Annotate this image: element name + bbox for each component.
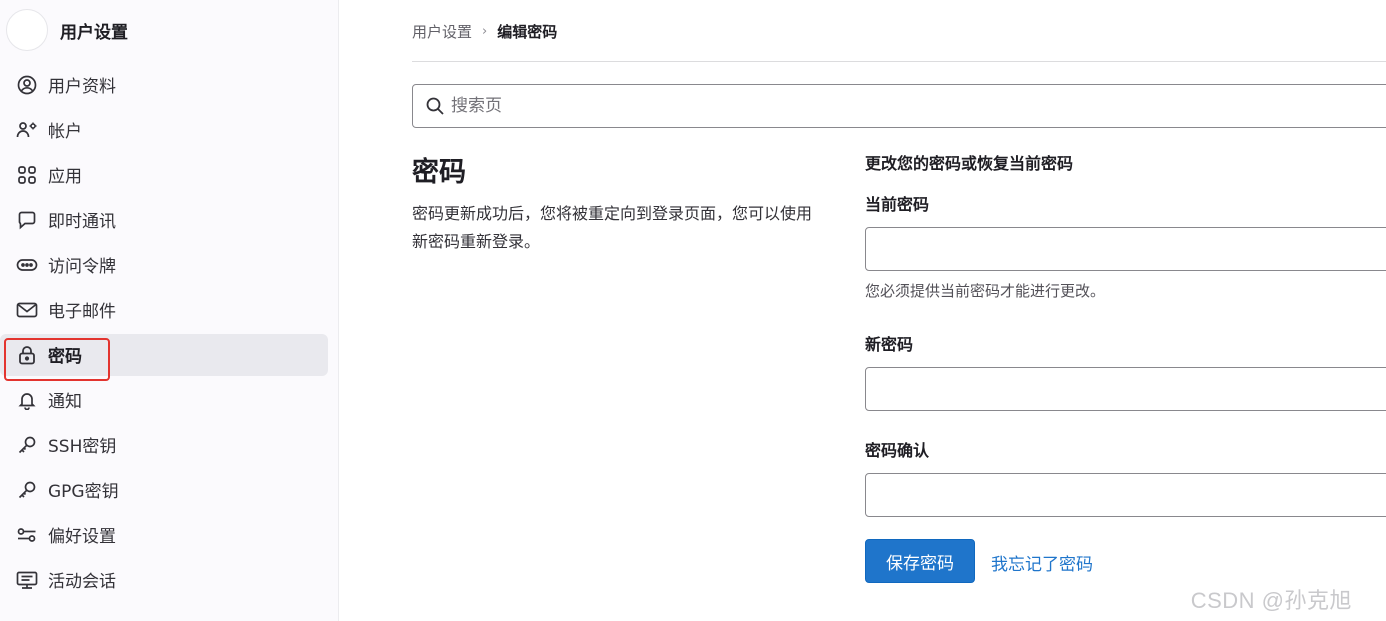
- current-password-help: 您必须提供当前密码才能进行更改。: [865, 282, 1106, 300]
- watermark: CSDN @孙克旭: [1190, 588, 1352, 613]
- sidebar-item-chat[interactable]: 即时通讯: [0, 197, 339, 242]
- avatar[interactable]: [6, 9, 48, 51]
- confirm-password-label: 密码确认: [865, 441, 930, 460]
- sidebar-item-label: 通知: [48, 392, 82, 412]
- sidebar-item-gpg-keys[interactable]: GPG密钥: [0, 467, 339, 512]
- sidebar-item-label: 应用: [48, 167, 82, 187]
- monitor-icon: [16, 569, 38, 591]
- sidebar-item-profile[interactable]: 用户资料: [0, 62, 339, 107]
- sidebar-item-label: 访问令牌: [48, 257, 116, 277]
- sidebar-item-emails[interactable]: 电子邮件: [0, 287, 339, 332]
- lock-icon: [16, 344, 38, 366]
- sidebar: 用户设置 用户资料 帐户 应用 即时通讯 访问令牌 电子邮件 密码 通知 SSH…: [0, 0, 339, 621]
- sidebar-item-label: 用户资料: [48, 77, 116, 97]
- search-box[interactable]: [412, 84, 1386, 128]
- sidebar-item-label: 活动会话: [48, 572, 116, 592]
- confirm-password-field[interactable]: [865, 473, 1386, 517]
- preferences-icon: [16, 524, 38, 546]
- main-content: 用户设置 › 编辑密码 密码 密码更新成功后，您将被重定向到登录页面，您可以使用…: [340, 0, 1386, 621]
- breadcrumb-current: 编辑密码: [497, 22, 558, 41]
- sidebar-header: 用户设置: [6, 8, 128, 52]
- sidebar-item-active-sessions[interactable]: 活动会话: [0, 557, 339, 602]
- header-divider: [412, 61, 1386, 62]
- sidebar-item-label: SSH密钥: [48, 437, 117, 457]
- app-window: 用户设置 用户资料 帐户 应用 即时通讯 访问令牌 电子邮件 密码 通知 SSH…: [0, 0, 1386, 621]
- key-icon: [16, 434, 38, 456]
- account-icon: [16, 119, 38, 141]
- sidebar-item-label: 电子邮件: [48, 302, 116, 322]
- breadcrumb: 用户设置 › 编辑密码: [412, 19, 557, 43]
- search-icon: [425, 96, 445, 116]
- current-password-label: 当前密码: [865, 195, 930, 214]
- mail-icon: [16, 299, 38, 321]
- sidebar-item-label: 帐户: [48, 122, 82, 142]
- sidebar-item-access-tokens[interactable]: 访问令牌: [0, 242, 339, 287]
- sidebar-item-label: 密码: [48, 347, 82, 367]
- profile-icon: [16, 74, 38, 96]
- section-description: 密码更新成功后，您将被重定向到登录页面，您可以使用新密码重新登录。: [412, 204, 813, 251]
- sidebar-title: 用户设置: [60, 22, 128, 43]
- search-input[interactable]: [451, 96, 1351, 116]
- chat-icon: [16, 209, 38, 231]
- token-icon: [16, 254, 38, 276]
- key-icon: [16, 479, 38, 501]
- section-title: 密码: [412, 157, 466, 188]
- sidebar-item-label: 即时通讯: [48, 212, 116, 232]
- chevron-right-icon: ›: [482, 23, 488, 39]
- sidebar-item-ssh-keys[interactable]: SSH密钥: [0, 422, 339, 467]
- form-heading: 更改您的密码或恢复当前密码: [865, 154, 1074, 173]
- sidebar-item-notifications[interactable]: 通知: [0, 377, 339, 422]
- sidebar-nav: 用户资料 帐户 应用 即时通讯 访问令牌 电子邮件 密码 通知 SSH密钥 GP…: [0, 62, 339, 602]
- new-password-label: 新密码: [865, 335, 914, 354]
- breadcrumb-parent-link[interactable]: 用户设置: [412, 21, 472, 42]
- applications-icon: [16, 164, 38, 186]
- save-password-button[interactable]: 保存密码: [865, 539, 975, 583]
- current-password-field[interactable]: [865, 227, 1386, 271]
- sidebar-item-label: 偏好设置: [48, 527, 116, 547]
- sidebar-item-preferences[interactable]: 偏好设置: [0, 512, 339, 557]
- sidebar-item-applications[interactable]: 应用: [0, 152, 339, 197]
- sidebar-item-label: GPG密钥: [48, 482, 119, 502]
- new-password-field[interactable]: [865, 367, 1386, 411]
- bell-icon: [16, 389, 38, 411]
- sidebar-item-account[interactable]: 帐户: [0, 107, 339, 152]
- sidebar-item-password[interactable]: 密码: [0, 332, 339, 377]
- forgot-password-link[interactable]: 我忘记了密码: [991, 550, 1093, 575]
